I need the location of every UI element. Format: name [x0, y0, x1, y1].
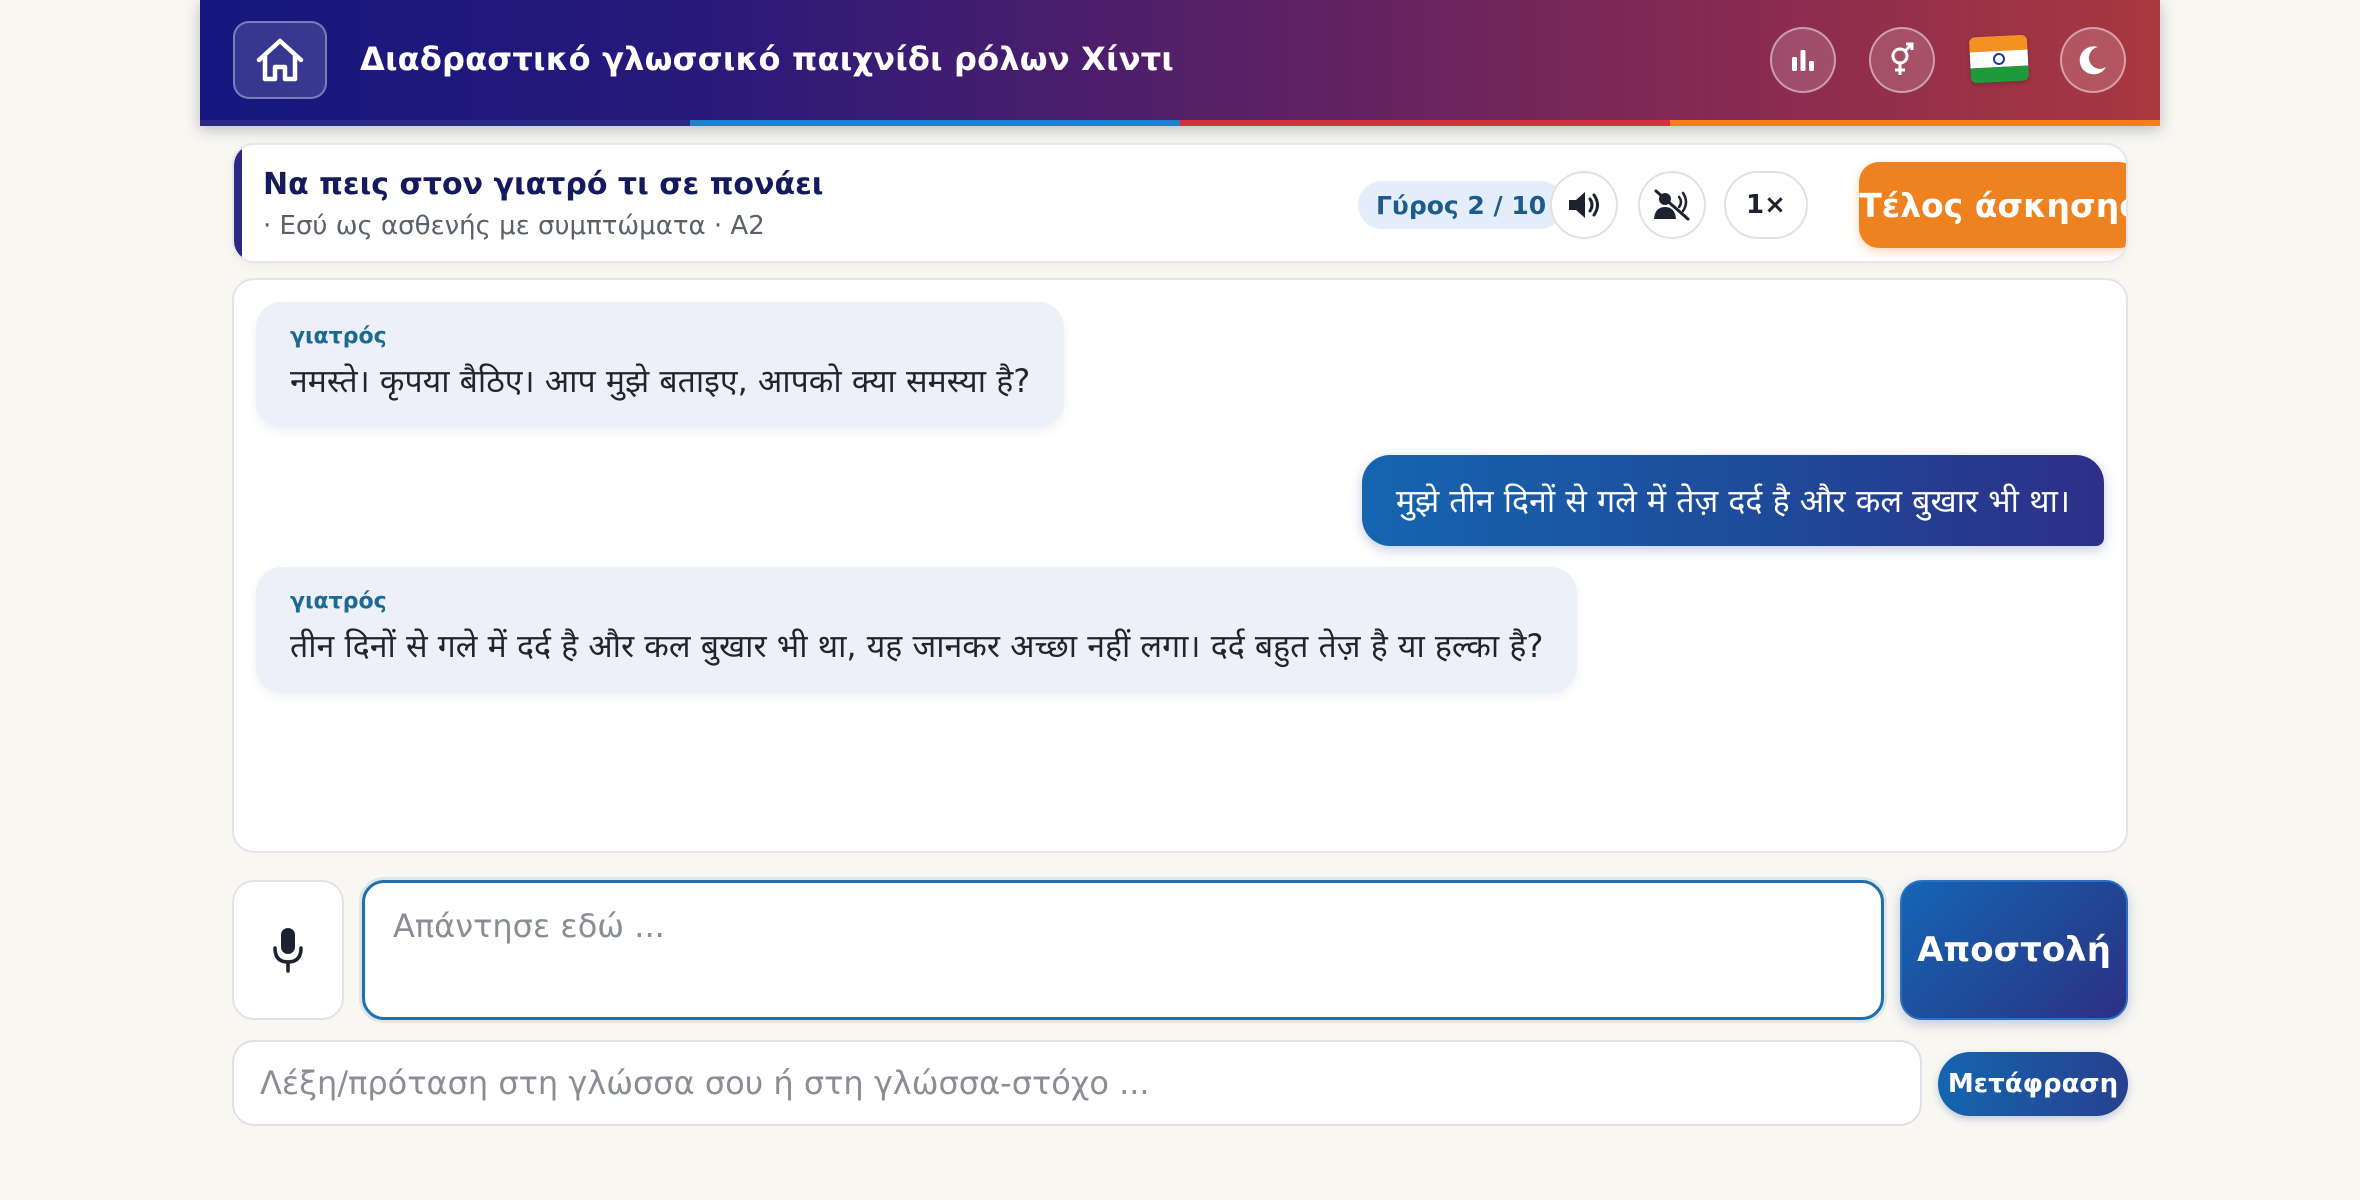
india-flag-icon[interactable]	[1968, 34, 2030, 84]
answer-input[interactable]	[362, 880, 1884, 1020]
gender-button[interactable]	[1869, 27, 1935, 93]
message-bubble-user: मुझे तीन दिनों से गले में तेज़ दर्द है औ…	[1361, 455, 2104, 546]
send-button[interactable]: Αποστολή	[1900, 880, 2128, 1020]
home-button[interactable]	[233, 21, 327, 99]
gender-icon	[1891, 42, 1914, 75]
speech-off-icon	[1654, 189, 1690, 221]
scenario-card: Να πεις στον γιατρό τι σε πονάει · Εσύ ω…	[232, 143, 2128, 263]
end-exercise-button[interactable]: Τέλος άσκησης	[1859, 162, 2126, 248]
microphone-button[interactable]	[232, 880, 344, 1020]
chat-panel: γιατρός नमस्ते। कृपया बैठिए। आप मुझे बता…	[232, 278, 2128, 853]
speaker-icon	[1569, 192, 1599, 218]
message-bubble-doctor: γιατρός नमस्ते। कृपया बैठिए। आप मुझे बता…	[256, 302, 1065, 428]
round-badge: Γύρος 2 / 10	[1358, 181, 1565, 229]
scenario-subtitle: · Εσύ ως ασθενής με συμπτώματα · A2	[263, 211, 765, 241]
moon-icon	[2079, 46, 2106, 75]
app-title: Διαδραστικό γλωσσικό παιχνίδι ρόλων Χίντ…	[360, 40, 1174, 78]
microphone-icon	[273, 928, 303, 973]
scenario-title: Να πεις στον γιατρό τι σε πονάει	[263, 167, 824, 202]
stats-icon	[1792, 50, 1814, 71]
message-text: नमस्ते। कृपया बैठिए। आप मुझे बताइए, आपको…	[290, 362, 1031, 400]
app-header: Διαδραστικό γλωσσικό παιχνίδι ρόλων Χίντ…	[200, 0, 2160, 126]
speed-button[interactable]: 1×	[1724, 171, 1808, 239]
play-audio-button[interactable]	[1550, 171, 1618, 239]
theme-toggle-button[interactable]	[2060, 27, 2126, 93]
speaker-label: γιατρός	[290, 589, 387, 614]
app-root: Διαδραστικό γλωσσικό παιχνίδι ρόλων Χίντ…	[200, 0, 2160, 1200]
stats-button[interactable]	[1770, 27, 1836, 93]
home-icon	[256, 38, 304, 82]
auto-speech-toggle-button[interactable]	[1638, 171, 1706, 239]
speaker-label: γιατρός	[290, 324, 387, 349]
translate-input[interactable]	[232, 1040, 1922, 1126]
message-bubble-doctor: γιατρός तीन दिनों से गले में दर्द है और …	[256, 567, 1578, 693]
translate-button[interactable]: Μετάφραση	[1938, 1052, 2128, 1116]
header-stripe	[200, 120, 2160, 126]
message-text: तीन दिनों से गले में दर्द है और कल बुखार…	[290, 627, 1544, 665]
